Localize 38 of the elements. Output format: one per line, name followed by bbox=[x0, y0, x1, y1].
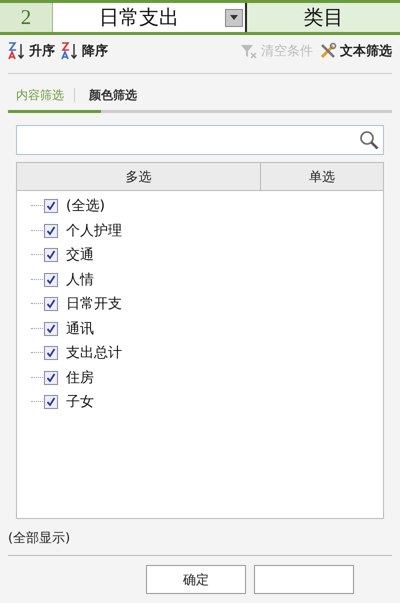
checkbox[interactable] bbox=[44, 272, 58, 287]
checkbox[interactable] bbox=[44, 297, 58, 312]
filter-dropdown-button[interactable] bbox=[225, 8, 243, 26]
item-label[interactable]: 支出总计 bbox=[66, 344, 122, 362]
checkbox[interactable] bbox=[44, 224, 58, 238]
toolbar-button[interactable]: 降序 bbox=[61, 42, 108, 60]
checkbox[interactable] bbox=[44, 248, 58, 262]
tools-icon bbox=[319, 42, 337, 60]
item-label[interactable]: 交通 bbox=[66, 246, 94, 264]
checkbox[interactable] bbox=[44, 199, 58, 214]
caret-icon bbox=[230, 15, 238, 20]
mode-tab[interactable]: 单选 bbox=[261, 163, 383, 190]
item-label[interactable]: 日常开支 bbox=[66, 295, 122, 314]
search-field[interactable] bbox=[16, 125, 384, 155]
toolbar-button[interactable]: 升序 bbox=[8, 42, 55, 60]
ok-button[interactable]: 确定 bbox=[146, 565, 246, 594]
checkbox[interactable] bbox=[44, 322, 58, 336]
cell-text: 日常支出 bbox=[98, 4, 180, 31]
header-cell-text: 类目 bbox=[302, 4, 344, 31]
item-label[interactable]: 子女 bbox=[66, 393, 94, 412]
sort-ascending-icon bbox=[8, 42, 26, 60]
sort-descending-icon bbox=[61, 42, 79, 60]
item-label[interactable]: (全选) bbox=[66, 197, 105, 216]
checkbox[interactable] bbox=[44, 395, 58, 410]
filter-clear-icon bbox=[240, 42, 258, 60]
mode-tab[interactable]: 多选 bbox=[17, 163, 261, 190]
checkbox[interactable] bbox=[44, 370, 58, 385]
toolbar-button[interactable]: 文本筛选 bbox=[319, 42, 392, 60]
cancel-button[interactable] bbox=[254, 565, 354, 594]
item-label[interactable]: 住房 bbox=[66, 368, 94, 387]
item-label[interactable]: 通讯 bbox=[66, 320, 94, 338]
row-number: 2 bbox=[0, 3, 53, 32]
status-text: (全部显示) bbox=[8, 530, 72, 547]
item-label[interactable]: 个人护理 bbox=[66, 222, 122, 240]
item-label[interactable]: 人情 bbox=[66, 270, 94, 289]
tab[interactable]: 颜色筛选 bbox=[89, 86, 147, 104]
checkbox[interactable] bbox=[44, 346, 58, 360]
search-icon bbox=[359, 130, 379, 150]
